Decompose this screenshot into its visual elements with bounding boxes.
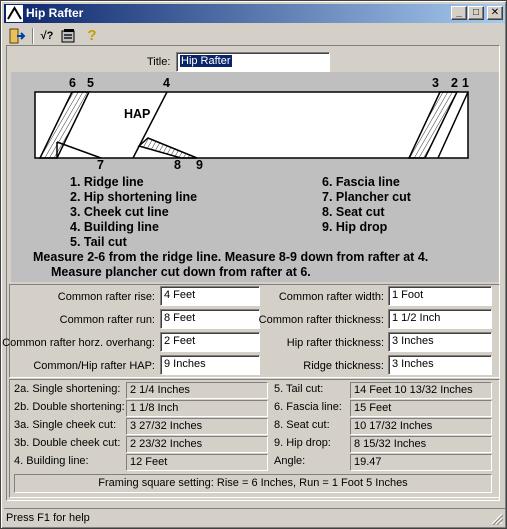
help-icon[interactable]: ? (82, 26, 102, 46)
double-cheek-label: 3b. Double cheek cut: (14, 437, 121, 449)
double-shortening-value: 1 1/8 Inch (126, 400, 268, 417)
hap-input-label: Common/Hip rafter HAP: (33, 360, 155, 372)
legend-item: 8. Seat cut (322, 205, 385, 219)
hap-label: HAP (124, 107, 151, 121)
tail-cut-label: 5. Tail cut: (274, 383, 324, 395)
single-cheek-value: 3 27/32 Inches (126, 418, 268, 435)
seat-cut-label: 8. Seat cut: (274, 419, 330, 431)
hip-thickness-input[interactable]: 3 Inches (388, 332, 492, 352)
toolbar-separator (32, 28, 34, 44)
framing-square-setting: Framing square setting: Rise = 6 Inches,… (14, 474, 492, 493)
legend-item: 7. Plancher cut (322, 190, 411, 204)
single-cheek-label: 3a. Single cheek cut: (14, 419, 117, 431)
title-label: Title: (147, 56, 171, 68)
title-bar[interactable]: Hip Rafter _ □ ✕ (4, 4, 505, 23)
common-overhang-input[interactable]: 2 Feet (160, 332, 260, 352)
settings-icon[interactable] (59, 26, 79, 46)
hip-drop-label: 9. Hip drop: (274, 437, 331, 449)
title-value: Hip Rafter (180, 55, 232, 67)
diagram-number-2: 2 (451, 76, 458, 90)
toolbar: √? ? (4, 25, 505, 47)
legend-item: 3. Cheek cut line (70, 205, 169, 219)
legend-item: 2. Hip shortening line (70, 190, 198, 204)
common-thickness-label: Common rafter thickness: (258, 314, 384, 326)
angle-label: Angle: (274, 455, 306, 467)
seat-cut-value: 10 17/32 Inches (350, 418, 492, 435)
hip-rafter-diagram (34, 91, 469, 159)
angle-value: 19.47 (350, 454, 492, 471)
fascia-line-value: 15 Feet (350, 400, 492, 417)
common-rise-input[interactable]: 4 Feet (160, 286, 260, 306)
diagram-number-3: 3 (432, 76, 439, 90)
common-width-input[interactable]: 1 Foot (388, 286, 492, 306)
tail-cut-value: 14 Feet 10 13/32 Inches (350, 382, 492, 399)
diagram-number-7: 7 (97, 158, 104, 172)
legend-item: 4. Building line (70, 220, 159, 234)
common-run-label: Common rafter run: (59, 314, 155, 326)
common-rise-label: Common rafter rise: (57, 291, 155, 303)
double-shortening-label: 2b. Double shortening: (14, 401, 125, 413)
window-title: Hip Rafter (26, 6, 84, 20)
ridge-thickness-label: Ridge thickness: (303, 360, 384, 372)
diagram-panel: 6 5 4 3 2 1 HAP 7 8 9 1. Ridge line 2. H… (11, 72, 499, 282)
exit-icon[interactable] (7, 26, 27, 46)
diagram-number-8: 8 (174, 158, 181, 172)
building-line-label: 4. Building line: (14, 455, 89, 467)
building-line-value: 12 Feet (126, 454, 268, 471)
single-shortening-value: 2 1/4 Inches (126, 382, 268, 399)
common-width-label: Common rafter width: (278, 291, 384, 303)
double-cheek-value: 2 23/32 Inches (126, 436, 268, 453)
legend-item: 1. Ridge line (70, 175, 144, 189)
measure-note-1: Measure 2-6 from the ridge line. Measure… (33, 250, 429, 264)
status-text: Press F1 for help (6, 512, 90, 524)
close-button[interactable]: ✕ (487, 6, 503, 20)
app-icon (6, 5, 23, 22)
diagram-number-1: 1 (462, 76, 469, 90)
single-shortening-label: 2a. Single shortening: (14, 383, 121, 395)
legend-item: 6. Fascia line (322, 175, 400, 189)
diagram-number-4: 4 (163, 76, 170, 90)
ridge-thickness-input[interactable]: 3 Inches (388, 355, 492, 375)
common-run-input[interactable]: 8 Feet (160, 309, 260, 329)
legend-item: 5. Tail cut (70, 235, 127, 249)
common-thickness-input[interactable]: 1 1/2 Inch (388, 309, 492, 329)
diagram-number-6: 6 (69, 76, 76, 90)
measure-note-2: Measure plancher cut down from rafter at… (51, 265, 311, 279)
hip-rafter-window: Hip Rafter _ □ ✕ √? ? Title: Hip Rafter (0, 0, 507, 529)
minimize-button[interactable]: _ (451, 6, 467, 20)
title-input[interactable]: Hip Rafter (176, 52, 330, 72)
hap-input[interactable]: 9 Inches (160, 355, 260, 375)
fascia-line-label: 6. Fascia line: (274, 401, 342, 413)
diagram-number-5: 5 (87, 76, 94, 90)
maximize-button[interactable]: □ (468, 6, 484, 20)
resize-grip-icon[interactable] (491, 513, 503, 525)
calculate-icon[interactable]: √? (37, 26, 57, 46)
common-overhang-label: Common rafter horz. overhang: (2, 337, 155, 349)
diagram-number-9: 9 (196, 158, 203, 172)
status-bar: Press F1 for help (4, 508, 505, 527)
hip-thickness-label: Hip rafter thickness: (286, 337, 384, 349)
hip-drop-value: 8 15/32 Inches (350, 436, 492, 453)
legend-item: 9. Hip drop (322, 220, 388, 234)
